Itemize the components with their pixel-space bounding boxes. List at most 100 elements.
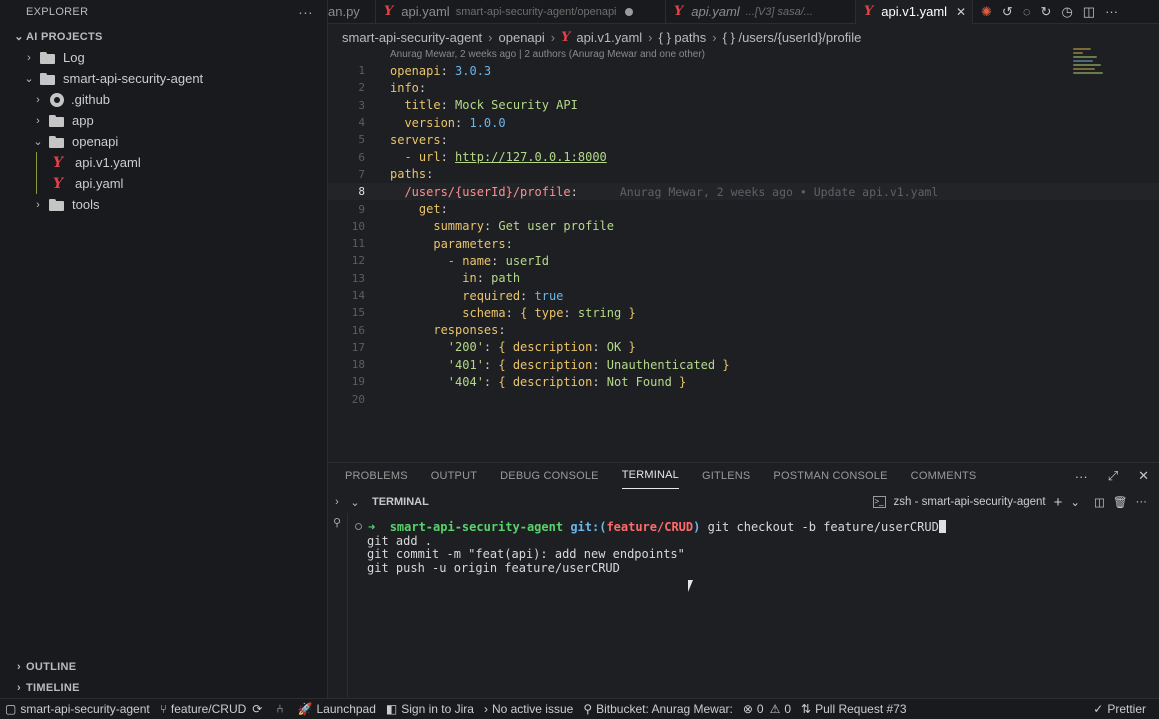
indent-guide <box>36 173 37 194</box>
status-launchpad[interactable]: 🚀 Launchpad <box>293 702 381 716</box>
prompt-git: git:( <box>570 519 607 534</box>
chevron-down-icon: ⌄ <box>33 136 43 148</box>
workspace-section[interactable]: ⌄ AI PROJECTS <box>0 26 327 47</box>
status-jira[interactable]: ◧ Sign in to Jira <box>381 702 479 716</box>
tree-item-app[interactable]: › app <box>0 110 327 131</box>
more-actions-icon[interactable]: ··· <box>1075 469 1088 484</box>
code-line: 14 required: true <box>328 287 1159 304</box>
panel-tabs: PROBLEMS OUTPUT DEBUG CONSOLE TERMINAL G… <box>328 462 1159 489</box>
chevron-right-icon: › <box>17 660 21 673</box>
folder-open-icon <box>40 72 56 85</box>
code-line-current: 8 /users/{userId}/profile: Anurag Mewar, … <box>328 183 1159 201</box>
breadcrumb-item[interactable]: { } paths <box>659 30 707 45</box>
git-graph-icon: ⑃ <box>276 702 284 716</box>
chevron-right-icon: › <box>488 29 493 45</box>
terminal-output[interactable]: ➜ smart-api-security-agent git:(feature/… <box>355 520 1145 575</box>
code-line: 2 info: <box>328 79 1159 96</box>
breadcrumb-item[interactable]: api.v1.yaml <box>576 30 642 45</box>
tab-problems[interactable]: PROBLEMS <box>345 463 408 489</box>
tree-item-openapi[interactable]: ⌄ openapi <box>0 131 327 152</box>
pin-icon[interactable]: ⚲ <box>333 516 341 529</box>
go-forward-change-icon[interactable]: ↻ <box>1041 4 1052 20</box>
chevron-right-icon: › <box>483 702 488 716</box>
status-bar: ▢ smart-api-security-agent ⑂ feature/CRUD ⟳… <box>0 698 1159 719</box>
timeline-label: TIMELINE <box>26 681 80 694</box>
chevron-right-icon: › <box>36 93 40 106</box>
terminal-cursor <box>938 520 946 534</box>
code-line: 6 - url: http://127.0.0.1:8000 <box>328 148 1159 165</box>
breadcrumb-item[interactable]: { } /users/{userId}/profile <box>723 30 862 45</box>
tree-item-api-yaml[interactable]: Y api.yaml <box>0 173 327 194</box>
line-number: 15 <box>351 306 365 320</box>
breadcrumb-item[interactable]: openapi <box>499 30 545 45</box>
folder-open-icon <box>49 135 65 148</box>
code-line: 4 version: 1.0.0 <box>328 114 1159 131</box>
chevron-down-icon[interactable]: ⌄ <box>1070 495 1080 509</box>
line-number: 10 <box>351 219 365 233</box>
more-actions-icon[interactable]: ··· <box>1136 496 1148 508</box>
breadcrumb-item[interactable]: smart-api-security-agent <box>342 30 482 45</box>
blame-codelens[interactable]: Anurag Mewar, 2 weeks ago | 2 authors (A… <box>390 49 705 60</box>
chevron-down-icon: ⌄ <box>14 31 24 43</box>
tree-item-label: smart-api-security-agent <box>63 71 204 86</box>
code-line: 5 servers: <box>328 131 1159 148</box>
unsaved-dot-icon[interactable] <box>624 7 633 16</box>
chevron-right-icon: › <box>27 51 31 64</box>
open-changes-icon[interactable]: ◌ <box>1023 4 1031 19</box>
new-terminal-icon[interactable]: + <box>1054 494 1063 511</box>
terminal-shell-label[interactable]: zsh - smart-api-security-agent <box>894 496 1046 508</box>
maximize-panel-icon[interactable]: ⤢ <box>1108 468 1118 484</box>
code-editor[interactable]: 1 openapi: 3.0.3 2 info: 3 title: Mock Sec… <box>328 62 1159 460</box>
tab-output[interactable]: OUTPUT <box>431 463 477 489</box>
tab-label: an.py <box>328 4 360 19</box>
more-actions-icon[interactable]: ··· <box>298 4 313 20</box>
status-bitbucket[interactable]: ⚲ Bitbucket: Anurag Mewar: <box>578 702 738 716</box>
status-problems[interactable]: ⊗ 0 ⚠ 0 <box>738 702 796 716</box>
tab-gitlens[interactable]: GITLENS <box>702 463 750 489</box>
tree-item-tools[interactable]: › tools <box>0 194 327 215</box>
minimap[interactable] <box>1073 48 1113 88</box>
chevron-right-icon[interactable]: › <box>330 496 344 508</box>
tab-api-yaml[interactable]: Y api.yaml smart-api-security-agent/open… <box>376 0 666 24</box>
line-number: 6 <box>358 150 365 164</box>
chevron-down-icon[interactable]: ⌄ <box>348 496 362 509</box>
status-remote[interactable]: ▢ smart-api-security-agent <box>0 702 155 716</box>
status-prettier[interactable]: ✓ Prettier <box>1088 702 1151 716</box>
copilot-icon[interactable]: ✺ <box>981 4 992 20</box>
status-branch[interactable]: ⑂ feature/CRUD ⟳ <box>155 702 272 716</box>
status-git-graph[interactable]: ⑃ <box>271 702 292 716</box>
tab-postman-console[interactable]: POSTMAN CONSOLE <box>773 463 887 489</box>
go-back-change-icon[interactable]: ↺ <box>1002 4 1013 20</box>
explorer-header: EXPLORER ··· <box>0 0 327 24</box>
tab-main-py[interactable]: an.py <box>328 0 376 24</box>
tree-item-api-v1-yaml[interactable]: Y api.v1.yaml <box>0 152 327 173</box>
tab-terminal[interactable]: TERMINAL <box>621 463 679 489</box>
tree-item-github[interactable]: › .github <box>0 89 327 110</box>
timeline-section[interactable]: › TIMELINE <box>0 677 327 698</box>
close-icon[interactable]: ✕ <box>956 5 966 19</box>
outline-section[interactable]: › OUTLINE <box>0 656 327 677</box>
mouse-cursor-icon <box>688 580 698 592</box>
split-terminal-icon[interactable]: ◫ <box>1094 495 1105 509</box>
more-actions-icon[interactable]: ··· <box>1105 4 1118 19</box>
timeline-icon[interactable]: ◷ <box>1061 4 1072 20</box>
terminal-prompt-line: ➜ smart-api-security-agent git:(feature/… <box>355 520 1145 534</box>
tab-api-v1-yaml[interactable]: Y api.v1.yaml ✕ <box>856 0 973 24</box>
trash-icon[interactable]: 🗑 <box>1113 495 1128 509</box>
split-editor-icon[interactable]: ◫ <box>1083 4 1095 20</box>
code-line: 10 summary: Get user profile <box>328 218 1159 235</box>
status-pull-request[interactable]: ⇅ Pull Request #73 <box>796 702 911 716</box>
tree-item-log[interactable]: › Log <box>0 47 327 68</box>
panel-actions: ··· ⤢ ✕ <box>1075 463 1149 489</box>
sync-icon[interactable]: ⟳ <box>252 702 262 716</box>
line-number: 2 <box>358 81 365 95</box>
tab-debug-console[interactable]: DEBUG CONSOLE <box>500 463 599 489</box>
tree-item-project[interactable]: ⌄ smart-api-security-agent <box>0 68 327 89</box>
tab-comments[interactable]: COMMENTS <box>911 463 977 489</box>
command-status-icon <box>355 523 362 531</box>
close-icon[interactable]: ✕ <box>1138 468 1149 484</box>
status-issue[interactable]: › No active issue <box>479 702 578 716</box>
code-line: 17 '200': { description: OK } <box>328 339 1159 356</box>
tab-api-yaml-v3[interactable]: Y api.yaml ...[V3] sasa/... <box>666 0 856 24</box>
explorer-sidebar: EXPLORER ··· ⌄ AI PROJECTS › Log ⌄ smart… <box>0 0 328 698</box>
